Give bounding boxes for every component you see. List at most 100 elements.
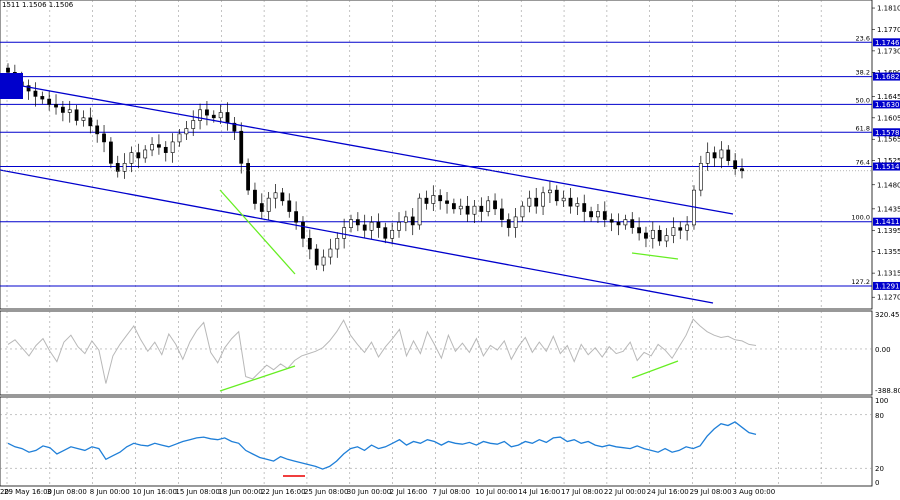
candle-body	[410, 216, 415, 226]
time-label: 22 Jul 00:00	[604, 488, 646, 496]
fib-level-ratio: 38.2	[856, 69, 870, 77]
time-label: 7 Jul 08:00	[433, 488, 471, 496]
candle-body	[575, 203, 580, 207]
candle-body	[88, 117, 93, 127]
channel-lower-line	[0, 169, 714, 304]
candle-body	[472, 205, 477, 215]
time-label: 29 Jul 08:00	[690, 488, 732, 496]
candle-body	[609, 219, 614, 223]
candle-body	[294, 211, 299, 223]
divergence-line-cci	[631, 360, 679, 379]
candle-body	[314, 248, 319, 266]
candle-body	[740, 168, 744, 172]
candle-body	[321, 256, 326, 266]
candle-body	[253, 189, 257, 204]
candle-body	[273, 192, 278, 199]
candle-body	[644, 232, 648, 239]
fib-price-label: 1.1514	[875, 163, 900, 171]
candle-body	[177, 133, 182, 143]
time-label: 2 Jul 16:00	[390, 488, 428, 496]
candle-body	[506, 219, 511, 228]
candle-body	[280, 192, 285, 202]
fib-level-ratio: 76.4	[856, 159, 870, 167]
candle-body	[712, 152, 717, 159]
candle-body	[239, 130, 244, 164]
candle-body	[54, 104, 58, 108]
candle-body	[589, 211, 593, 218]
candle-body	[108, 141, 113, 164]
fib-level-ratio: 50.0	[856, 96, 870, 104]
candle-body	[671, 227, 676, 236]
candle-body	[650, 229, 655, 239]
time-label: 14 Jul 16:00	[518, 488, 560, 496]
price-tick-label: 1.1395	[877, 227, 900, 235]
candle-body	[486, 200, 491, 212]
time-label: 10 Jun 16:00	[133, 488, 177, 496]
fib-price-label: 1.1411	[875, 218, 900, 226]
candle-body	[431, 195, 436, 204]
rsi-scale-100: 100	[875, 397, 888, 405]
rsi-line	[7, 421, 757, 470]
candle-body	[163, 146, 168, 153]
candle-body	[685, 224, 690, 231]
candle-body	[184, 128, 189, 135]
candle-body	[527, 197, 532, 207]
candle-body	[554, 189, 559, 202]
time-label: 17 Jul 08:00	[561, 488, 603, 496]
candle-body	[259, 203, 264, 212]
candle-body	[6, 67, 10, 73]
candle-body	[698, 163, 703, 191]
price-tick-label: 1.1355	[877, 248, 900, 256]
cci-scale-top: 320.4558	[875, 311, 900, 319]
candle-body	[287, 200, 292, 212]
candle-body	[307, 238, 312, 250]
candle-body	[424, 197, 429, 204]
divergence-line-cci	[219, 365, 296, 392]
candle-body	[520, 205, 525, 218]
time-label: 3 Aug 00:00	[732, 488, 775, 496]
candle-body	[726, 149, 731, 161]
candle-body	[733, 160, 738, 169]
candle-body	[143, 149, 148, 159]
candle-body	[397, 221, 401, 231]
candle-body	[493, 200, 497, 210]
candle-body	[390, 229, 395, 239]
fib-level-ratio: 23.6	[856, 34, 870, 42]
time-label: 18 Jun 00:00	[218, 488, 262, 496]
candle-body	[500, 208, 504, 220]
candle-body	[369, 221, 374, 231]
candle-body	[513, 216, 518, 228]
candle-body	[541, 192, 545, 207]
time-label: 30 Jun 00:00	[347, 488, 391, 496]
time-label: 10 Jul 00:00	[475, 488, 517, 496]
fib-price-label: 1.1578	[875, 129, 900, 137]
candle-body	[225, 112, 230, 124]
time-label: 15 Jun 08:00	[175, 488, 219, 496]
time-label: 25 Jun 08:00	[304, 488, 348, 496]
candle-body	[40, 96, 45, 100]
divergence-line-price	[219, 189, 296, 275]
price-tick-label: 1.1810	[877, 5, 900, 13]
rsi-scale-80: 80	[875, 412, 884, 420]
candle-body	[561, 197, 566, 202]
candle-body	[548, 189, 552, 194]
rsi-pane-frame	[0, 396, 873, 487]
price-tick-label: 1.1605	[877, 114, 900, 122]
candle-body	[157, 144, 161, 148]
fib-level-ratio: 61.8	[856, 124, 870, 132]
candle-body	[74, 109, 79, 121]
fib-price-label: 1.1291	[875, 282, 900, 290]
candle-body	[355, 219, 360, 226]
candle-body	[664, 235, 669, 242]
candle-body	[211, 114, 216, 119]
fib-price-label: 1.1682	[875, 73, 900, 81]
candle-body	[403, 216, 408, 223]
price-tick-label: 1.1770	[877, 26, 900, 34]
rsi-scale-0: 0	[875, 479, 879, 487]
price-tick-label: 1.1645	[877, 93, 900, 101]
candle-body	[33, 90, 38, 97]
candle-body	[335, 238, 340, 250]
candle-body	[122, 163, 127, 172]
candle-body	[205, 109, 209, 116]
candle-body	[246, 163, 250, 191]
